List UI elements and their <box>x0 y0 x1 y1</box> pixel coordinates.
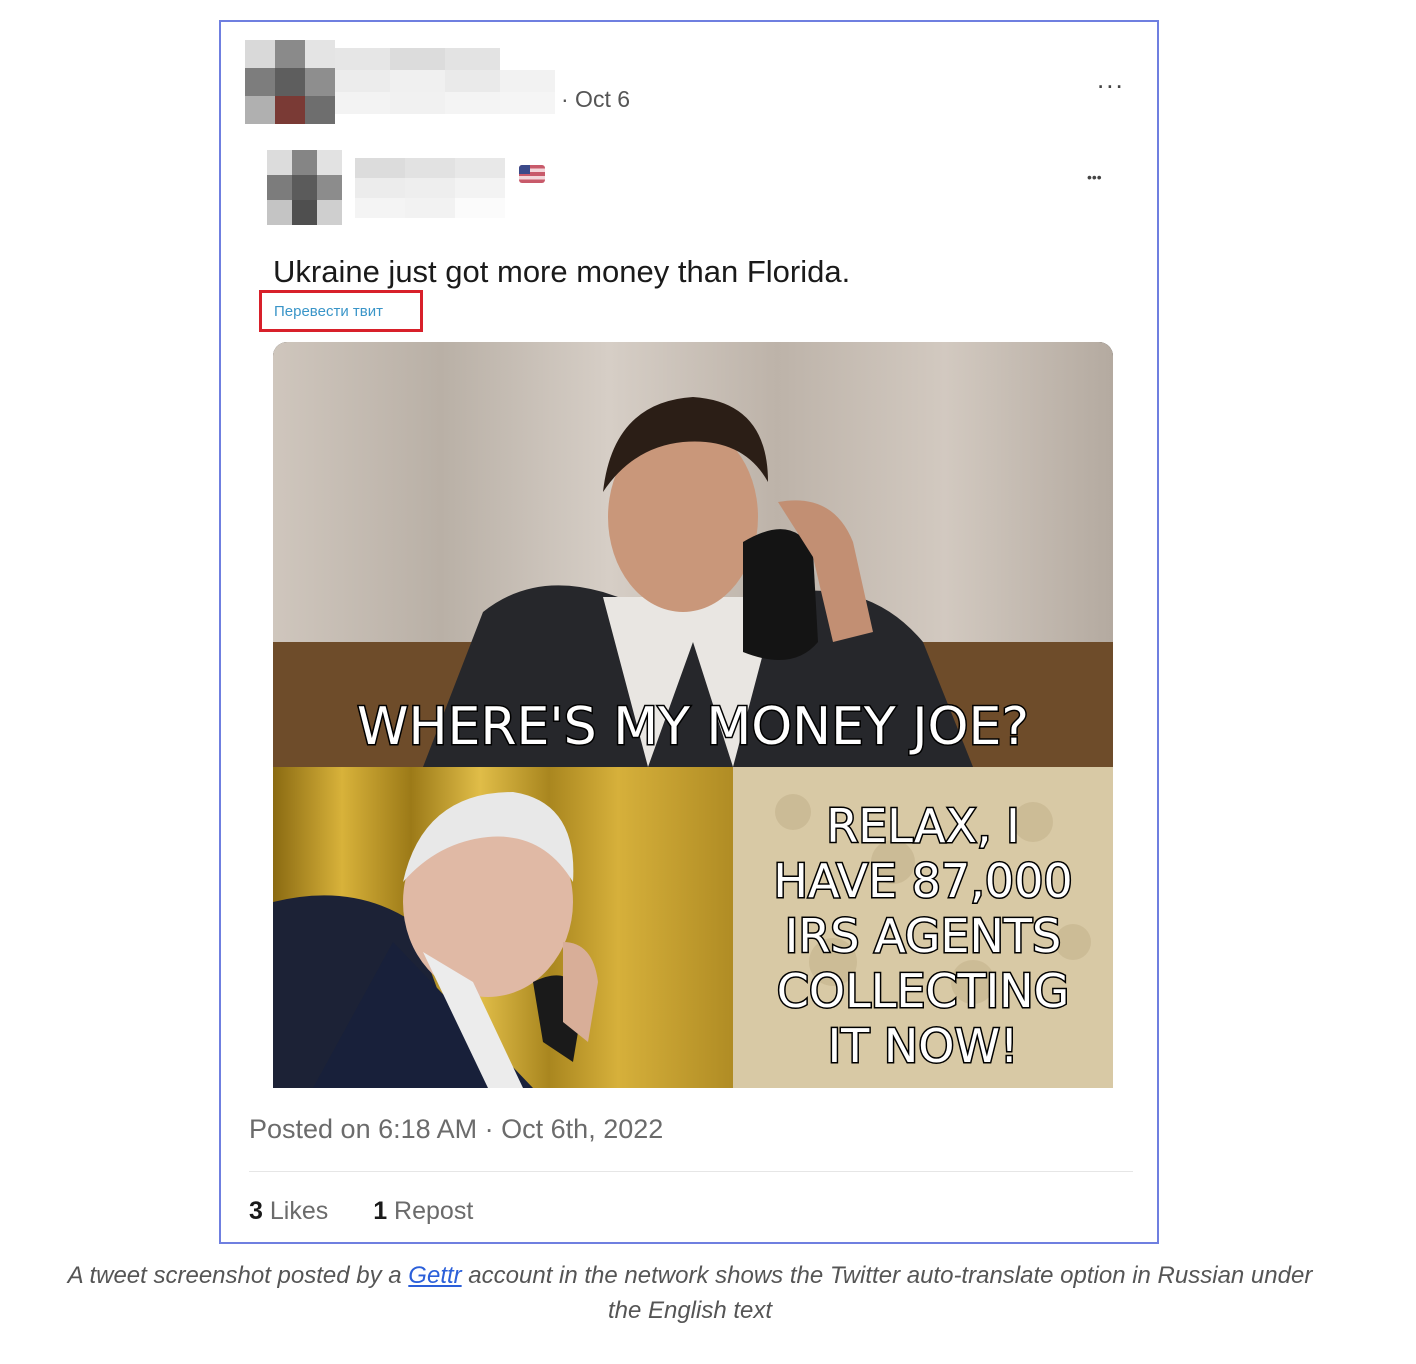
quoted-author-name <box>355 158 505 218</box>
likes-count: 3 <box>249 1197 263 1225</box>
posted-timestamp: Posted on 6:18 AM · Oct 6th, 2022 <box>249 1114 664 1144</box>
translate-tweet-link[interactable]: Перевести твит <box>274 303 383 320</box>
meme-bottom-caption-line-4: COLLECTING <box>777 964 1070 1018</box>
quoted-more-options-icon[interactable]: ••• <box>1087 170 1102 184</box>
figure-caption: A tweet screenshot posted by a Gettr acc… <box>60 1258 1320 1328</box>
likes-label: Likes <box>269 1197 329 1225</box>
reposts-label: Repost <box>394 1197 474 1225</box>
translate-highlight-box: Перевести твит <box>259 290 423 332</box>
tweet-text: Ukraine just got more money than Florida… <box>273 254 851 289</box>
author-name <box>335 48 555 114</box>
author-avatar <box>245 40 335 124</box>
meme-image[interactable]: WHERE'S MY MONEY JOE? RELAX, I HAVE 87,0… <box>273 342 1113 1088</box>
reposts-stat[interactable]: 1 Repost <box>373 1197 473 1226</box>
meme-bottom-caption-line-3: IRS AGENTS <box>785 909 1061 963</box>
reposts-count: 1 <box>373 1197 388 1225</box>
more-options-icon[interactable]: ... <box>1097 66 1125 92</box>
us-flag-icon <box>519 165 545 183</box>
meme-bottom-caption-line-5: IT NOW! <box>828 1019 1019 1073</box>
quoted-author-avatar <box>267 150 342 225</box>
meme-bottom-caption-line-1: RELAX, I <box>826 799 1020 853</box>
meme-top-caption: WHERE'S MY MONEY JOE? <box>357 697 1029 757</box>
caption-text-after: account in the network shows the Twitter… <box>461 1262 1313 1324</box>
tweet-screenshot-frame: · Oct 6 ... ••• Ukraine just got more mo… <box>219 20 1159 1244</box>
engagement-stats: 3 Likes 1 Repost <box>249 1197 511 1226</box>
likes-stat[interactable]: 3 Likes <box>249 1197 328 1226</box>
tweet-date: · Oct 6 <box>561 86 631 112</box>
divider <box>249 1171 1133 1172</box>
caption-text-before: A tweet screenshot posted by a <box>67 1262 409 1289</box>
gettr-link[interactable]: Gettr <box>408 1262 461 1289</box>
meme-bottom-caption-line-2: HAVE 87,000 <box>773 854 1072 908</box>
